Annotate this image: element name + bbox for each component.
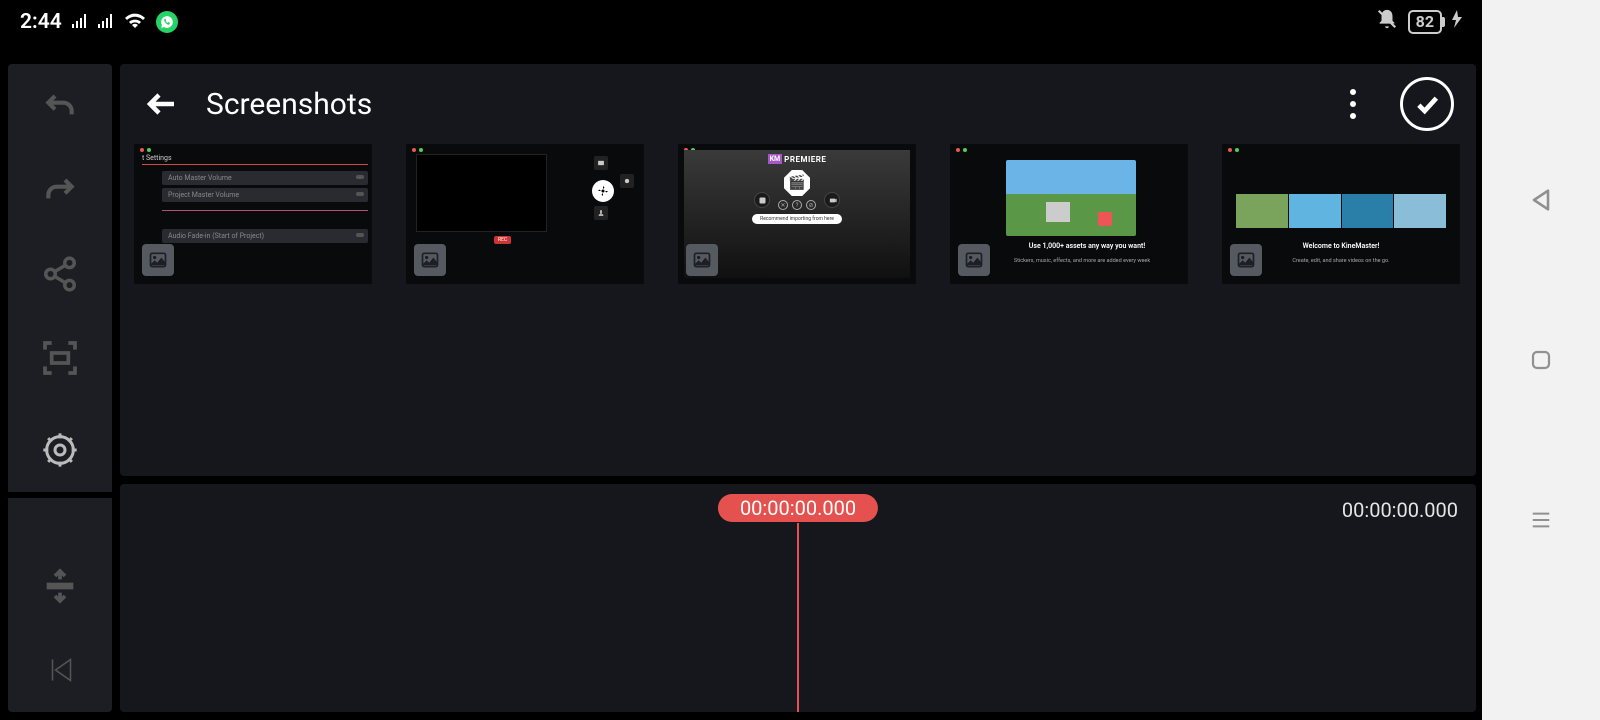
more-options-button[interactable] [1338, 89, 1368, 119]
undo-button[interactable] [8, 64, 112, 148]
image-icon [414, 244, 446, 276]
nav-home-button[interactable] [1525, 504, 1557, 536]
timeline[interactable]: 00:00:00.000 00:00:00.000 [120, 484, 1476, 712]
redo-button[interactable] [8, 148, 112, 232]
status-time: 2:44 [20, 10, 62, 34]
signal-icon-2 [98, 10, 114, 34]
duration-label: 00:00:00.000 [1342, 498, 1458, 522]
battery-indicator: 82 [1408, 10, 1442, 34]
media-thumbnail[interactable]: KMPREMIERE 🎬 ✕?⊘ Recommend importing fro… [678, 144, 916, 284]
media-picker: Screenshots t Settings Auto Master Volum… [120, 64, 1476, 476]
jump-start-button[interactable] [8, 628, 112, 712]
image-icon [1230, 244, 1262, 276]
media-thumbnail[interactable]: Use 1,000+ assets any way you want! Stic… [950, 144, 1188, 284]
signal-icon-1 [72, 10, 88, 34]
wifi-icon [124, 10, 146, 34]
image-icon [686, 244, 718, 276]
charging-icon [1452, 10, 1462, 34]
image-icon [142, 244, 174, 276]
nav-recent-button[interactable] [1525, 344, 1557, 376]
playhead-time: 00:00:00.000 [718, 494, 878, 522]
capture-button[interactable] [8, 316, 112, 400]
media-thumbnail[interactable]: Welcome to KineMaster! Create, edit, and… [1222, 144, 1460, 284]
confirm-button[interactable] [1400, 77, 1454, 131]
share-button[interactable] [8, 232, 112, 316]
panel-title: Screenshots [206, 87, 372, 122]
sidebar [8, 64, 112, 712]
settings-button[interactable] [8, 408, 112, 492]
image-icon [958, 244, 990, 276]
whatsapp-icon [156, 11, 178, 33]
status-bar: 2:44 82 [0, 0, 1482, 44]
playhead-line [797, 523, 799, 712]
back-button[interactable] [142, 84, 182, 124]
media-thumbnail[interactable]: t Settings Auto Master Volume Project Ma… [134, 144, 372, 284]
mute-icon [1376, 8, 1398, 36]
media-thumbnail[interactable]: REC [406, 144, 644, 284]
nav-back-button[interactable] [1525, 184, 1557, 216]
timeline-expand-button[interactable] [8, 544, 112, 628]
device-nav-bar [1482, 0, 1600, 720]
